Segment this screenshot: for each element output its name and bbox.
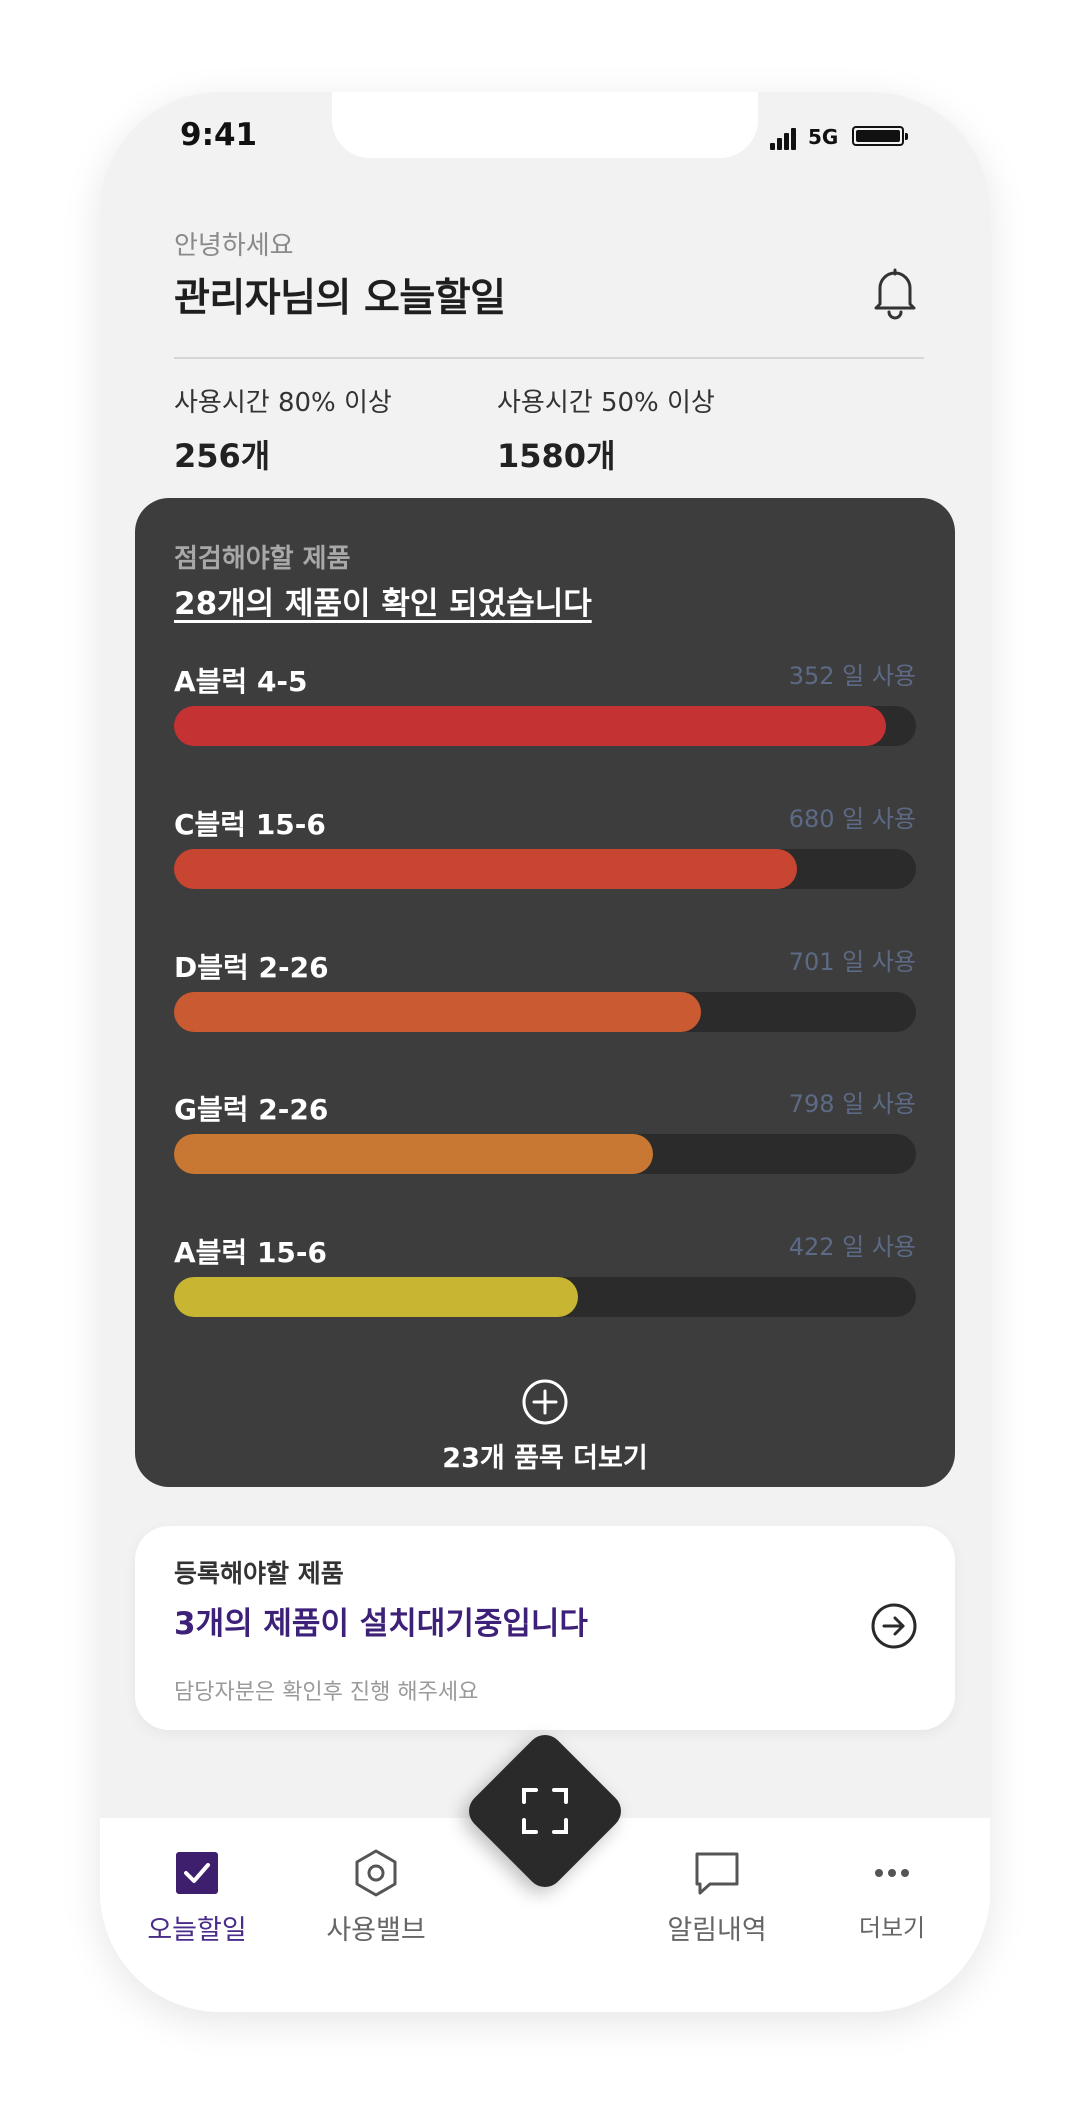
scan-icon[interactable] <box>518 1784 572 1838</box>
status-time: 9:41 <box>180 117 258 153</box>
tab-label: 알림내역 <box>667 1915 767 1946</box>
item-name: D블럭 2-26 <box>174 951 329 984</box>
stat-usage-80: 사용시간 80% 이상 256개 <box>174 382 392 477</box>
battery-icon <box>852 126 908 146</box>
item-name: A블럭 4-5 <box>174 665 308 698</box>
stat-value: 256개 <box>174 437 271 475</box>
tab-label: 오늘할일 <box>147 1915 247 1946</box>
register-subtext: 담당자분은 확인후 진행 해주세요 <box>174 1680 479 1705</box>
usage-bar-track <box>174 706 916 746</box>
header-divider <box>174 357 924 359</box>
usage-bar-track <box>174 849 916 889</box>
tab-today[interactable]: 오늘할일 <box>117 1848 277 1947</box>
tab-notifications[interactable]: 알림내역 <box>637 1848 797 1947</box>
tab-more[interactable]: 더보기 <box>812 1848 972 1943</box>
more-dots-icon <box>875 1869 909 1877</box>
item-days: 680 일 사용 <box>788 805 916 833</box>
phone-frame: 9:41 5G 안녕하세요 관리자님의 오늘할일 사용시간 80% 이상 256… <box>100 92 990 2012</box>
register-card[interactable]: 등록해야할 제품 3개의 제품이 설치대기중입니다 담당자분은 확인후 진행 해… <box>135 1526 955 1730</box>
show-more-label: 23개 품목 더보기 <box>442 1443 648 1474</box>
inspection-card: 점검해야할 제품 28개의 제품이 확인 되었습니다 A블럭 4-5 352 일… <box>135 498 955 1487</box>
notch <box>332 92 758 158</box>
stat-value: 1580개 <box>497 437 616 475</box>
page-title: 관리자님의 오늘할일 <box>174 276 506 321</box>
show-more-button[interactable]: 23개 품목 더보기 <box>135 1378 955 1475</box>
tab-label: 더보기 <box>858 1914 926 1942</box>
register-label: 등록해야할 제품 <box>174 1559 344 1588</box>
inspection-item[interactable]: A블럭 15-6 422 일 사용 <box>174 1231 916 1331</box>
tab-used-valves[interactable]: 사용밸브 <box>296 1848 456 1947</box>
checkbox-icon <box>176 1852 218 1894</box>
usage-bar-fill <box>174 706 887 746</box>
register-headline: 3개의 제품이 설치대기중입니다 <box>174 1606 588 1642</box>
usage-bar-fill <box>174 1134 653 1174</box>
usage-bar-track <box>174 1277 916 1317</box>
inspection-item[interactable]: D블럭 2-26 701 일 사용 <box>174 946 916 1046</box>
item-days: 798 일 사용 <box>788 1090 916 1118</box>
inspection-item[interactable]: A블럭 4-5 352 일 사용 <box>174 660 916 760</box>
arrow-right-circle-icon[interactable] <box>870 1602 918 1650</box>
usage-bar-fill <box>174 992 701 1032</box>
usage-bar-fill <box>174 849 798 889</box>
item-days: 352 일 사용 <box>788 662 916 690</box>
plus-circle-icon <box>522 1379 568 1425</box>
stat-label: 사용시간 80% 이상 <box>174 388 392 418</box>
stat-label: 사용시간 50% 이상 <box>497 388 715 418</box>
signal-icon <box>770 128 798 150</box>
chat-icon <box>695 1852 739 1895</box>
inspection-item[interactable]: C블럭 15-6 680 일 사용 <box>174 803 916 903</box>
tab-label: 사용밸브 <box>326 1915 426 1946</box>
item-name: A블럭 15-6 <box>174 1236 328 1269</box>
stat-usage-50: 사용시간 50% 이상 1580개 <box>497 382 715 477</box>
inspection-item[interactable]: G블럭 2-26 798 일 사용 <box>174 1088 916 1188</box>
item-days: 422 일 사용 <box>788 1233 916 1261</box>
greeting: 안녕하세요 <box>174 231 294 261</box>
usage-bar-track <box>174 1134 916 1174</box>
usage-bar-track <box>174 992 916 1032</box>
bell-icon[interactable] <box>870 264 920 320</box>
item-name: G블럭 2-26 <box>174 1093 329 1126</box>
item-name: C블럭 15-6 <box>174 808 326 841</box>
item-days: 701 일 사용 <box>788 948 916 976</box>
hexagon-icon <box>355 1849 397 1897</box>
usage-bar-fill <box>174 1277 579 1317</box>
inspection-label: 점검해야할 제품 <box>174 544 351 574</box>
inspection-headline[interactable]: 28개의 제품이 확인 되었습니다 <box>174 578 592 623</box>
network-label: 5G <box>808 125 839 149</box>
